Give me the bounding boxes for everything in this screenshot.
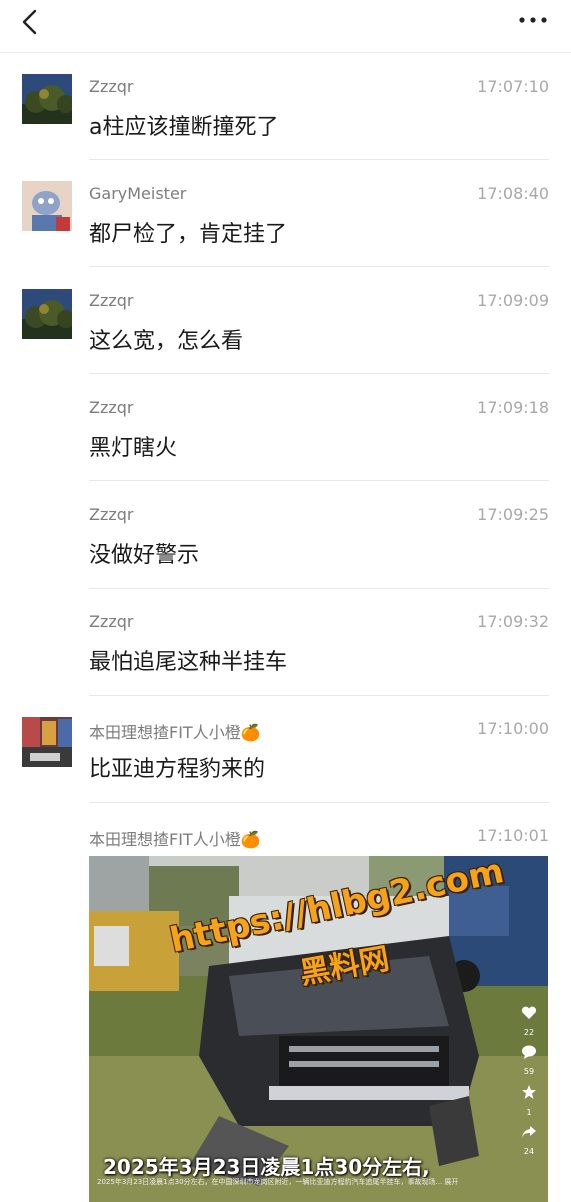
more-button[interactable] [515,6,551,34]
avatar[interactable] [22,289,72,339]
message-text: 比亚迪方程豹来的 [89,757,266,782]
message-time: 17:09:25 [477,505,549,524]
sender-name[interactable]: Zzzqr [89,291,134,310]
video-caption: 2025年3月23日凌晨1点30分左右, [103,1155,430,1179]
message-time: 17:09:18 [477,398,549,417]
sender-name[interactable]: GaryMeister [89,184,186,203]
divider [89,159,549,160]
divider [89,802,549,803]
star-icon[interactable] [521,1084,537,1100]
message-text: 这么宽，怎么看 [89,329,244,354]
street-avatar-icon [22,717,72,767]
like-count: 22 [523,1028,535,1037]
trees-avatar-icon [22,74,72,124]
chevron-left-icon [22,9,37,35]
more-dots-icon [519,17,547,23]
sender-name[interactable]: Zzzqr [89,612,134,631]
message-time: 17:07:10 [477,77,549,96]
sender-name[interactable]: Zzzqr [89,398,134,417]
share-count: 24 [523,1147,535,1156]
comment-count: 59 [523,1067,535,1076]
video-description: 2025年3月23日凌晨1点30分左右，在中国深圳市龙岗区附近，一辆比亚迪方程豹… [97,1178,459,1186]
share-icon[interactable] [521,1125,537,1139]
cartoon-avatar-icon [22,181,72,231]
back-button[interactable] [14,6,46,38]
sender-name[interactable]: 本田理想揸FIT人小橙🍊 [89,826,261,850]
comment-icon[interactable] [521,1045,537,1059]
message-text: a柱应该撞断撞死了 [89,115,279,140]
divider [89,695,549,696]
message-time: 17:09:32 [477,612,549,631]
divider [89,588,549,589]
top-bar [0,0,571,53]
trees-avatar-icon [22,289,72,339]
avatar[interactable] [22,74,72,124]
message-text: 最怕追尾这种半挂车 [89,650,288,675]
message-text: 没做好警示 [89,543,200,568]
divider [89,373,549,374]
divider [89,480,549,481]
sender-name[interactable]: Zzzqr [89,505,134,524]
heart-icon[interactable] [521,1006,537,1020]
divider [89,266,549,267]
sender-name[interactable]: 本田理想揸FIT人小橙🍊 [89,719,261,743]
message-text: 黑灯瞎火 [89,436,178,461]
video-action-bar: 22 59 1 24 [516,1006,542,1156]
sender-name[interactable]: Zzzqr [89,77,134,96]
message-time: 17:08:40 [477,184,549,203]
avatar[interactable] [22,181,72,231]
post-image[interactable]: https://hlbg2.com 黑料网 22 59 1 24 2025年3月… [89,856,548,1202]
message-time: 17:10:00 [477,719,549,738]
avatar[interactable] [22,717,72,767]
message-text: 都尸检了，肯定挂了 [89,222,288,247]
message-time: 17:10:01 [477,826,549,845]
message-time: 17:09:09 [477,291,549,310]
favorite-count: 1 [526,1108,532,1117]
